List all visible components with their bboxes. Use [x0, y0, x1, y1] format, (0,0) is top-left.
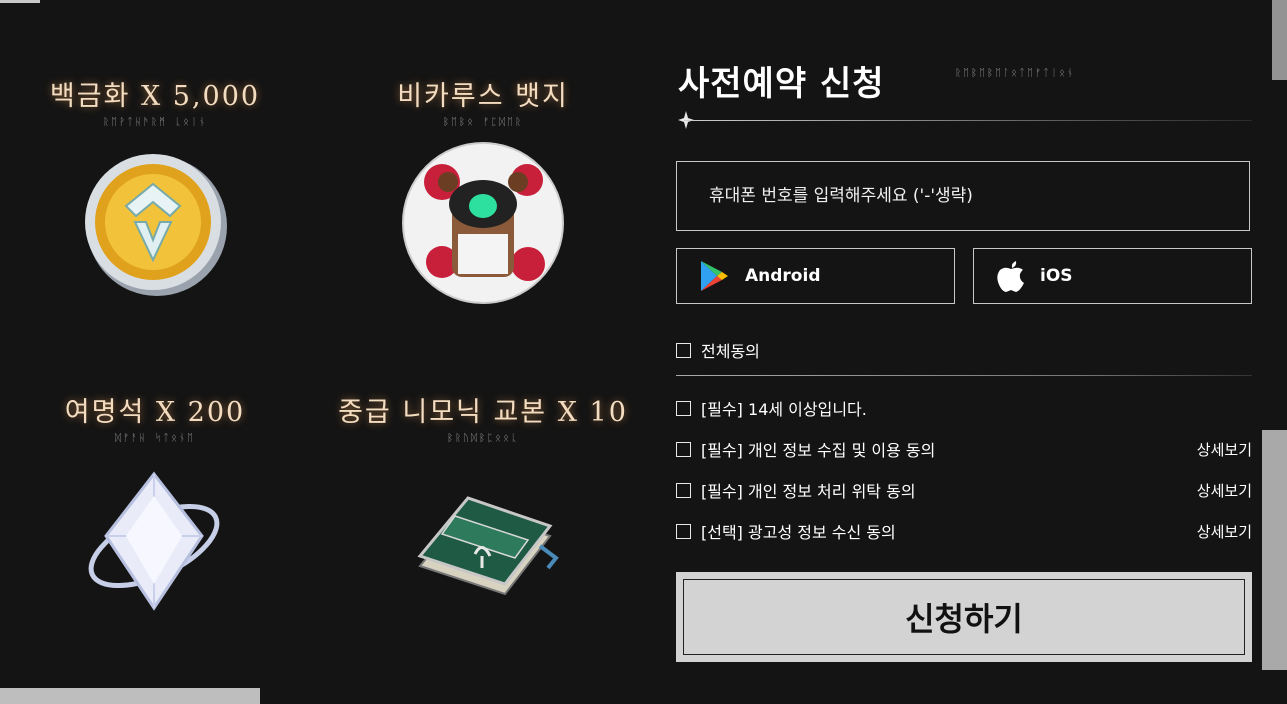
grunge-decoration	[1262, 430, 1287, 670]
page-subtitle: ᚱᛖᛒᛖᛒᛖᛚᛟᛏᛖᚠᛏᛁᛟᚾ	[955, 68, 1075, 79]
detail-link[interactable]: 상세보기	[1197, 439, 1252, 460]
grunge-decoration	[0, 0, 40, 3]
agreement-divider	[676, 375, 1252, 376]
term-checkbox[interactable]	[676, 482, 691, 498]
ios-label: iOS	[1040, 266, 1073, 286]
reward-badge: 비카루스 뱃지 ᛒᛖᛒᛟ ᚠᛈᛞᛖᚱ	[338, 74, 628, 128]
reward-title: 중급 니모닉 교본 X 10	[338, 397, 628, 428]
vicarus-badge-icon	[402, 142, 564, 304]
term-row[interactable]: [선택] 광고성 정보 수신 동의 상세보기	[676, 519, 1252, 543]
submit-button[interactable]: 신청하기	[683, 579, 1245, 655]
agree-all-row[interactable]: 전체동의	[676, 338, 1252, 362]
term-checkbox[interactable]	[676, 400, 691, 416]
platinum-coin-icon	[85, 154, 227, 296]
term-label: [필수] 개인 정보 처리 위탁 동의	[701, 482, 916, 501]
mnemonic-book-icon	[417, 496, 559, 596]
reward-subtitle: ᛒᚱᚢᛞᛒᛈᛟᛟᚳ	[447, 433, 519, 444]
term-label: [선택] 광고성 정보 수신 동의	[701, 523, 896, 542]
term-row[interactable]: [필수] 14세 이상입니다.	[676, 396, 1252, 420]
reward-subtitle: ᛒᛖᛒᛟ ᚠᛈᛞᛖᚱ	[442, 117, 524, 128]
reward-title: 비카루스 뱃지	[397, 81, 569, 112]
phone-input-box[interactable]	[676, 161, 1250, 231]
page-title: 사전예약 신청	[678, 64, 885, 104]
reward-dawnstone: 여명석 X 200 ᛞᚠᚨᚺ ᛋᛏᛟᚾᛖ	[10, 390, 300, 444]
detail-link[interactable]: 상세보기	[1197, 480, 1252, 501]
title-divider	[684, 120, 1252, 121]
reward-platinum: 백금화 X 5,000 ᚱᛖᚹᛏᚺᚫᚱᛗ ᚳᛟᛁᚾ	[10, 74, 300, 128]
term-checkbox[interactable]	[676, 441, 691, 457]
ios-button[interactable]: iOS	[973, 248, 1252, 304]
submit-button-frame: 신청하기	[676, 572, 1252, 662]
agree-all-checkbox[interactable]	[676, 342, 691, 358]
reward-title: 여명석 X 200	[64, 397, 246, 428]
dawn-stone-icon	[88, 471, 220, 611]
term-row[interactable]: [필수] 개인 정보 처리 위탁 동의 상세보기	[676, 478, 1252, 502]
term-label: [필수] 개인 정보 수집 및 이용 동의	[701, 441, 936, 460]
grunge-decoration	[1272, 0, 1287, 80]
google-play-icon	[697, 259, 731, 293]
android-button[interactable]: Android	[676, 248, 955, 304]
agree-all-label: 전체동의	[701, 342, 760, 361]
android-label: Android	[745, 266, 821, 286]
reward-subtitle: ᚱᛖᚹᛏᚺᚫᚱᛗ ᚳᛟᛁᚾ	[102, 117, 208, 128]
phone-input[interactable]	[707, 185, 1249, 207]
apple-icon	[994, 259, 1028, 293]
detail-link[interactable]: 상세보기	[1197, 521, 1252, 542]
grunge-decoration	[0, 688, 260, 704]
term-checkbox[interactable]	[676, 523, 691, 539]
term-label: [필수] 14세 이상입니다.	[701, 400, 867, 419]
reward-mnemonic-book: 중급 니모닉 교본 X 10 ᛒᚱᚢᛞᛒᛈᛟᛟᚳ	[338, 390, 628, 444]
reward-subtitle: ᛞᚠᚨᚺ ᛋᛏᛟᚾᛖ	[114, 433, 196, 444]
term-row[interactable]: [필수] 개인 정보 수집 및 이용 동의 상세보기	[676, 437, 1252, 461]
reward-title: 백금화 X 5,000	[49, 81, 261, 112]
